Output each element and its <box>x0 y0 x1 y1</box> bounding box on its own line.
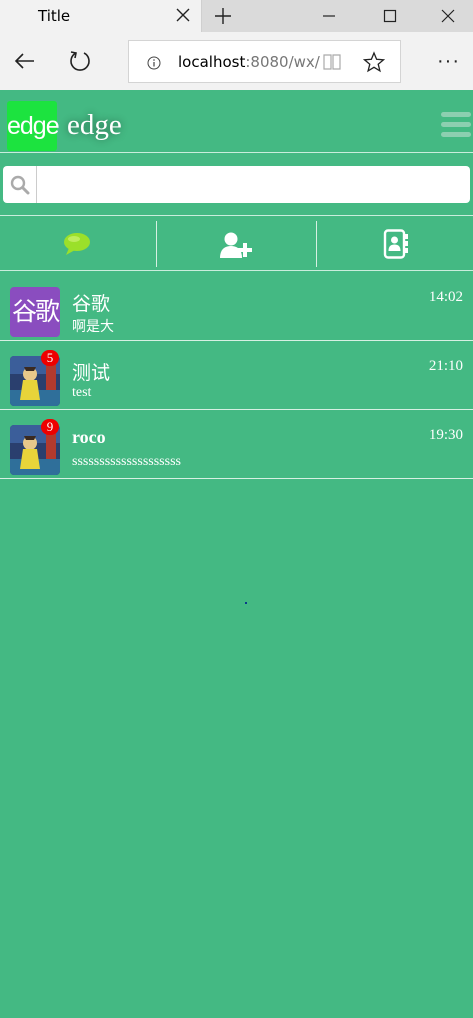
address-text: localhost:8080/wx/ <box>178 53 320 71</box>
search-input[interactable] <box>39 168 464 201</box>
tab-contacts[interactable] <box>317 221 473 267</box>
search-icon[interactable] <box>9 174 31 196</box>
last-message: test <box>72 385 92 400</box>
tab-bar <box>0 217 473 271</box>
message-time: 19:30 <box>428 427 463 443</box>
refresh-icon[interactable] <box>67 48 93 74</box>
address-bar[interactable]: localhost:8080/wx/ <box>128 40 401 83</box>
avatar-text: 谷歌 <box>10 287 60 337</box>
conversation-name: 谷歌 <box>72 294 111 315</box>
browser-tab-bar: Title <box>0 0 473 32</box>
browser-nav-bar: localhost:8080/wx/ ··· <box>0 32 473 90</box>
conversation-item[interactable]: 5 测试 test 21:10 <box>0 341 473 410</box>
info-icon[interactable] <box>147 56 161 70</box>
last-message: 啊是大 <box>72 320 114 335</box>
conversation-item[interactable]: 谷歌 谷歌 啊是大 14:02 <box>0 272 473 341</box>
tab-title: Title <box>38 7 71 25</box>
more-menu-button[interactable]: ··· <box>437 50 460 73</box>
tab-chats[interactable] <box>0 221 156 267</box>
message-time: 14:02 <box>428 289 463 305</box>
conversation-list: 谷歌 谷歌 啊是大 14:02 5 测试 test 21:10 9 roco s… <box>0 272 473 479</box>
app-title: edge <box>67 109 122 141</box>
message-time: 21:10 <box>428 358 463 374</box>
chat-app: edge edge 谷歌 谷歌 啊是大 14:02 5 测试 test 21:1… <box>0 90 473 1018</box>
search-bar <box>0 154 473 216</box>
add-user-icon <box>220 232 252 258</box>
hamburger-menu-icon[interactable] <box>441 112 471 138</box>
app-header: edge edge <box>0 90 473 153</box>
last-message: ssssssssssssssssssss <box>72 454 181 469</box>
unread-badge: 5 <box>41 350 59 366</box>
conversation-item[interactable]: 9 roco ssssssssssssssssssss 19:30 <box>0 410 473 479</box>
search-divider <box>36 166 37 203</box>
loading-dot <box>245 602 247 604</box>
avatar: 谷歌 <box>10 287 60 337</box>
chat-bubble-icon <box>64 233 90 255</box>
tab-add-friend[interactable] <box>157 221 316 267</box>
close-window-icon[interactable] <box>437 5 459 27</box>
minimize-icon[interactable] <box>318 5 340 27</box>
app-logo: edge <box>7 101 60 151</box>
unread-badge: 9 <box>41 419 59 435</box>
conversation-name: 测试 <box>72 363 111 384</box>
browser-tab[interactable]: Title <box>0 0 202 32</box>
new-tab-icon[interactable] <box>212 5 234 27</box>
close-tab-icon[interactable] <box>174 6 192 24</box>
maximize-icon[interactable] <box>379 5 401 27</box>
conversation-name: roco <box>72 427 106 447</box>
address-host: localhost <box>178 53 246 71</box>
contacts-icon <box>383 229 408 259</box>
back-icon[interactable] <box>12 48 38 74</box>
address-path: :8080/wx/ <box>245 53 320 71</box>
reading-view-icon[interactable] <box>322 53 342 71</box>
favorite-star-icon[interactable] <box>363 51 385 73</box>
search-box <box>3 166 470 203</box>
